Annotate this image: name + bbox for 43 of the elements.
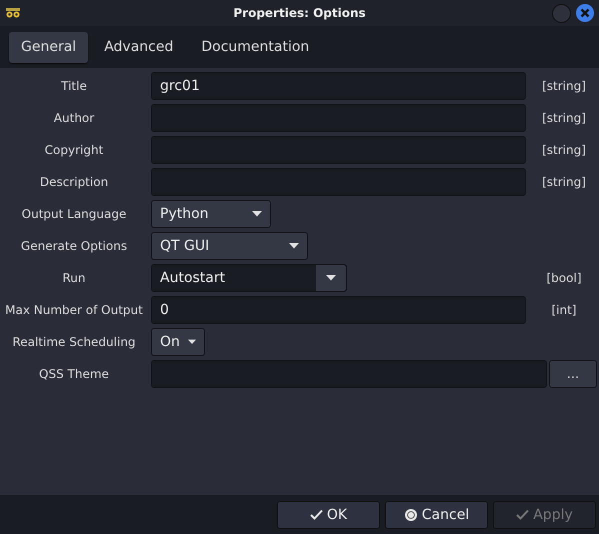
text-field[interactable]: 0 bbox=[151, 296, 526, 324]
field-label: Output Language bbox=[20, 207, 128, 221]
field-label: Run bbox=[61, 271, 86, 285]
caret-icon bbox=[289, 243, 299, 249]
dialog-button[interactable]: OK bbox=[277, 500, 380, 528]
tab[interactable]: General bbox=[9, 32, 88, 62]
field-label: Copyright bbox=[44, 143, 104, 157]
type-label: [string] bbox=[541, 111, 587, 125]
field-label: Generate Options bbox=[20, 239, 128, 253]
tab[interactable]: Advanced bbox=[92, 32, 186, 62]
dropdown[interactable]: Python bbox=[151, 200, 271, 228]
check-icon bbox=[310, 509, 323, 520]
browse-button[interactable]: ... bbox=[549, 360, 597, 388]
text-field[interactable] bbox=[151, 360, 547, 388]
field-label: Description bbox=[38, 175, 110, 189]
tab[interactable]: Documentation bbox=[189, 32, 322, 62]
field-label: QSS Theme bbox=[38, 367, 110, 381]
field-label: Author bbox=[52, 111, 96, 125]
caret-icon bbox=[252, 211, 262, 217]
app-icon bbox=[5, 8, 21, 18]
window-title: Properties: Options bbox=[233, 6, 366, 20]
type-label: [string] bbox=[541, 79, 587, 93]
type-label: [string] bbox=[541, 175, 587, 189]
minimize-button[interactable] bbox=[552, 4, 571, 22]
type-label: [string] bbox=[541, 143, 587, 157]
field-label: Max Number of Output bbox=[4, 303, 144, 317]
text-field[interactable] bbox=[151, 104, 526, 132]
radio-icon bbox=[404, 508, 418, 522]
text-field[interactable]: grc01 bbox=[151, 72, 526, 100]
close-icon[interactable] bbox=[576, 4, 594, 22]
type-label: [int] bbox=[550, 303, 578, 317]
text-field[interactable] bbox=[151, 168, 526, 196]
check-icon bbox=[516, 509, 530, 520]
combo-box[interactable]: Autostart bbox=[151, 264, 347, 292]
dropdown[interactable]: QT GUI bbox=[151, 232, 308, 260]
dropdown[interactable]: On bbox=[151, 328, 205, 356]
dialog-button[interactable]: Cancel bbox=[385, 500, 488, 528]
type-label: [bool] bbox=[546, 271, 582, 285]
caret-icon bbox=[188, 339, 196, 345]
text-field[interactable] bbox=[151, 136, 526, 164]
caret-icon bbox=[326, 275, 336, 281]
field-label: Realtime Scheduling bbox=[11, 335, 137, 349]
field-label: Title bbox=[60, 79, 88, 93]
